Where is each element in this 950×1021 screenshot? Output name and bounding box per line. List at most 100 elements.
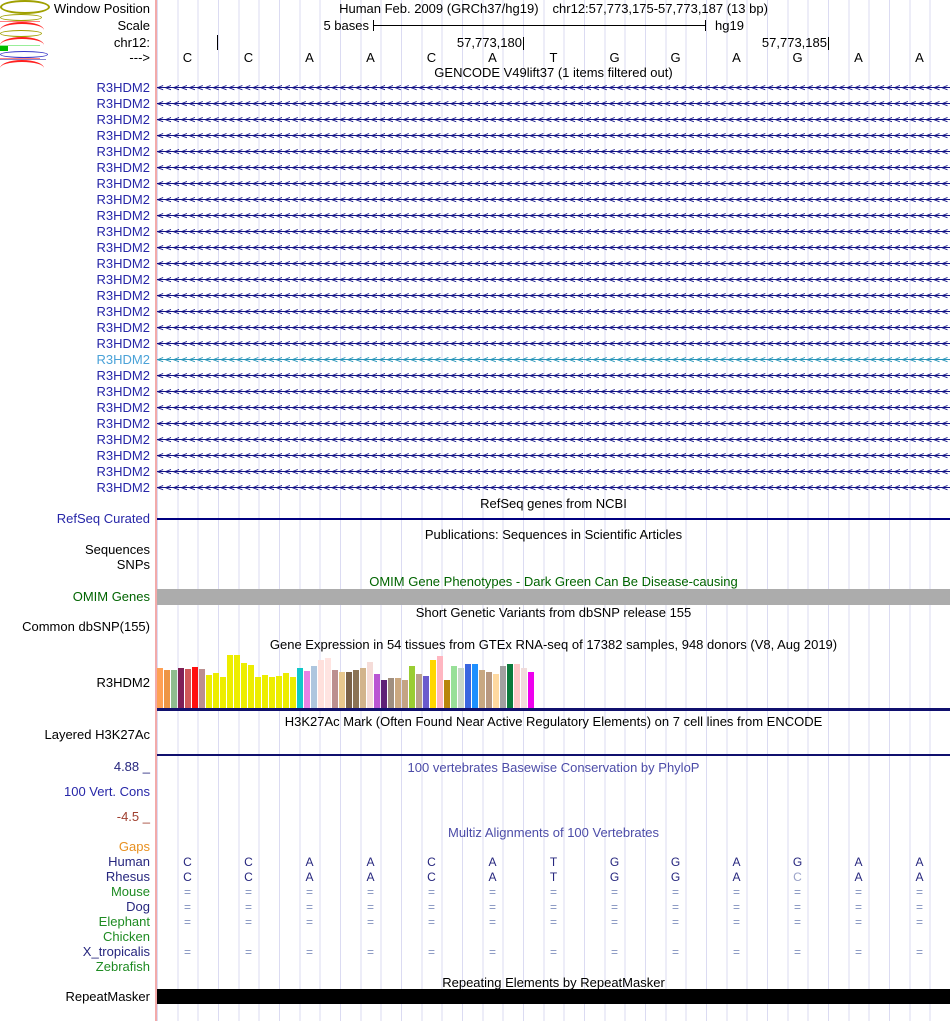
gtex-tissue-bar[interactable]	[220, 677, 226, 708]
refseq-curated-item[interactable]	[157, 518, 950, 520]
gtex-tissue-bar[interactable]	[514, 664, 520, 708]
gtex-tissue-bar[interactable]	[353, 670, 359, 708]
gtex-tissue-bar[interactable]	[304, 671, 310, 708]
gaps-label[interactable]: Gaps	[0, 840, 150, 854]
gtex-tissue-bar[interactable]	[388, 678, 394, 708]
gene-row-label[interactable]: R3HDM2	[0, 449, 150, 463]
snps-label[interactable]: SNPs	[0, 558, 150, 572]
gtex-gene-label[interactable]: R3HDM2	[0, 676, 150, 690]
gene-transcript-row[interactable]: <<<<<<<<<<<<<<<<<<<<<<<<<<<<<<<<<<<<<<<<…	[157, 145, 950, 159]
gene-transcript-row[interactable]: <<<<<<<<<<<<<<<<<<<<<<<<<<<<<<<<<<<<<<<<…	[157, 241, 950, 255]
gtex-tissue-bar[interactable]	[234, 655, 240, 708]
gene-transcript-row[interactable]: <<<<<<<<<<<<<<<<<<<<<<<<<<<<<<<<<<<<<<<<…	[157, 449, 950, 463]
gene-row-label[interactable]: R3HDM2	[0, 97, 150, 111]
gtex-tissue-bar[interactable]	[402, 680, 408, 708]
gene-row-label[interactable]: R3HDM2	[0, 385, 150, 399]
species-label-mouse[interactable]: Mouse	[0, 885, 150, 899]
gene-row-label[interactable]: R3HDM2	[0, 257, 150, 271]
gtex-tissue-bar[interactable]	[255, 677, 261, 708]
gtex-tissue-bar[interactable]	[346, 672, 352, 708]
gtex-track-title[interactable]: Gene Expression in 54 tissues from GTEx …	[157, 638, 950, 651]
gtex-tissue-bar[interactable]	[430, 660, 436, 708]
gene-row-label[interactable]: R3HDM2	[0, 241, 150, 255]
gtex-tissue-bar[interactable]	[486, 672, 492, 708]
species-label-chicken[interactable]: Chicken	[0, 930, 150, 944]
gtex-tissue-bar[interactable]	[472, 664, 478, 708]
repeatmasker-item[interactable]	[157, 989, 950, 1004]
gene-transcript-row[interactable]: <<<<<<<<<<<<<<<<<<<<<<<<<<<<<<<<<<<<<<<<…	[157, 129, 950, 143]
gene-transcript-row[interactable]: <<<<<<<<<<<<<<<<<<<<<<<<<<<<<<<<<<<<<<<<…	[157, 257, 950, 271]
gtex-tissue-bar[interactable]	[283, 673, 289, 708]
publications-track-title[interactable]: Publications: Sequences in Scientific Ar…	[157, 528, 950, 541]
gene-transcript-row[interactable]: <<<<<<<<<<<<<<<<<<<<<<<<<<<<<<<<<<<<<<<<…	[157, 401, 950, 415]
gene-transcript-row[interactable]: <<<<<<<<<<<<<<<<<<<<<<<<<<<<<<<<<<<<<<<<…	[157, 161, 950, 175]
gene-row-label[interactable]: R3HDM2	[0, 337, 150, 351]
gtex-tissue-bar[interactable]	[185, 669, 191, 708]
gencode-track-title[interactable]: GENCODE V49lift37 (1 items filtered out)	[157, 66, 950, 79]
gene-row-label[interactable]: R3HDM2	[0, 161, 150, 175]
repeatmasker-label[interactable]: RepeatMasker	[0, 990, 150, 1004]
gene-row-label[interactable]: R3HDM2	[0, 81, 150, 95]
omim-genes-label[interactable]: OMIM Genes	[0, 590, 150, 604]
gene-row-label[interactable]: R3HDM2	[0, 145, 150, 159]
gtex-tissue-bar[interactable]	[311, 666, 317, 708]
gene-transcript-row[interactable]: <<<<<<<<<<<<<<<<<<<<<<<<<<<<<<<<<<<<<<<<…	[157, 209, 950, 223]
species-label-zebrafish[interactable]: Zebrafish	[0, 960, 150, 974]
gtex-tissue-bar[interactable]	[192, 667, 198, 708]
gtex-tissue-bar[interactable]	[241, 663, 247, 708]
gene-row-label[interactable]: R3HDM2	[0, 289, 150, 303]
gene-transcript-row[interactable]: <<<<<<<<<<<<<<<<<<<<<<<<<<<<<<<<<<<<<<<<…	[157, 193, 950, 207]
gtex-tissue-bar[interactable]	[458, 668, 464, 708]
gtex-tissue-bar[interactable]	[395, 678, 401, 708]
gene-row-label[interactable]: R3HDM2	[0, 193, 150, 207]
refseq-curated-label[interactable]: RefSeq Curated	[0, 512, 150, 526]
gtex-tissue-bar[interactable]	[416, 674, 422, 708]
gtex-tissue-bar[interactable]	[367, 662, 373, 708]
gtex-tissue-bar[interactable]	[444, 680, 450, 708]
omim-track-title[interactable]: OMIM Gene Phenotypes - Dark Green Can Be…	[157, 575, 950, 588]
gene-transcript-row[interactable]: <<<<<<<<<<<<<<<<<<<<<<<<<<<<<<<<<<<<<<<<…	[157, 481, 950, 495]
gene-row-label[interactable]: R3HDM2	[0, 225, 150, 239]
gene-transcript-row[interactable]: <<<<<<<<<<<<<<<<<<<<<<<<<<<<<<<<<<<<<<<<…	[157, 337, 950, 351]
gtex-tissue-bar[interactable]	[528, 672, 534, 708]
gtex-tissue-bar[interactable]	[206, 675, 212, 708]
gtex-tissue-bar[interactable]	[199, 669, 205, 708]
gtex-tissue-bar[interactable]	[262, 675, 268, 708]
vert-cons-label[interactable]: 100 Vert. Cons	[0, 785, 150, 799]
gene-transcript-row[interactable]: <<<<<<<<<<<<<<<<<<<<<<<<<<<<<<<<<<<<<<<<…	[157, 81, 950, 95]
gene-row-label[interactable]: R3HDM2	[0, 305, 150, 319]
gene-transcript-row[interactable]: <<<<<<<<<<<<<<<<<<<<<<<<<<<<<<<<<<<<<<<<…	[157, 465, 950, 479]
gene-transcript-row[interactable]: <<<<<<<<<<<<<<<<<<<<<<<<<<<<<<<<<<<<<<<<…	[157, 385, 950, 399]
gtex-tissue-bar[interactable]	[227, 655, 233, 708]
gene-transcript-row[interactable]: <<<<<<<<<<<<<<<<<<<<<<<<<<<<<<<<<<<<<<<<…	[157, 417, 950, 431]
species-label-dog[interactable]: Dog	[0, 900, 150, 914]
sequences-label[interactable]: Sequences	[0, 543, 150, 557]
gtex-tissue-bar[interactable]	[269, 677, 275, 708]
gtex-tissue-bar[interactable]	[164, 670, 170, 708]
gene-transcript-row[interactable]: <<<<<<<<<<<<<<<<<<<<<<<<<<<<<<<<<<<<<<<<…	[157, 305, 950, 319]
gene-row-label[interactable]: R3HDM2	[0, 177, 150, 191]
gene-row-label[interactable]: R3HDM2	[0, 273, 150, 287]
gtex-tissue-bar[interactable]	[409, 666, 415, 708]
gene-row-label[interactable]: R3HDM2	[0, 401, 150, 415]
common-dbsnp-label[interactable]: Common dbSNP(155)	[0, 620, 150, 634]
gtex-tissue-bar[interactable]	[381, 680, 387, 708]
species-label-elephant[interactable]: Elephant	[0, 915, 150, 929]
gene-row-label[interactable]: R3HDM2	[0, 113, 150, 127]
gene-row-label[interactable]: R3HDM2	[0, 481, 150, 495]
gtex-tissue-bar[interactable]	[479, 670, 485, 708]
gtex-tissue-bar[interactable]	[465, 664, 471, 708]
multiz-track-title[interactable]: Multiz Alignments of 100 Vertebrates	[157, 826, 950, 839]
gtex-tissue-bar[interactable]	[213, 673, 219, 708]
gene-row-label[interactable]: R3HDM2	[0, 209, 150, 223]
gtex-tissue-bar[interactable]	[248, 665, 254, 708]
gtex-tissue-bar[interactable]	[297, 668, 303, 708]
gene-transcript-row[interactable]: <<<<<<<<<<<<<<<<<<<<<<<<<<<<<<<<<<<<<<<<…	[157, 113, 950, 127]
repeatmasker-track-title[interactable]: Repeating Elements by RepeatMasker	[157, 976, 950, 989]
conservation-track-title[interactable]: 100 vertebrates Basewise Conservation by…	[157, 761, 950, 774]
gene-transcript-row[interactable]: <<<<<<<<<<<<<<<<<<<<<<<<<<<<<<<<<<<<<<<<…	[157, 177, 950, 191]
species-label-x_tropicalis[interactable]: X_tropicalis	[0, 945, 150, 959]
gene-transcript-row[interactable]: <<<<<<<<<<<<<<<<<<<<<<<<<<<<<<<<<<<<<<<<…	[157, 225, 950, 239]
gtex-tissue-bar[interactable]	[318, 660, 324, 708]
gene-transcript-row[interactable]: <<<<<<<<<<<<<<<<<<<<<<<<<<<<<<<<<<<<<<<<…	[157, 353, 950, 367]
